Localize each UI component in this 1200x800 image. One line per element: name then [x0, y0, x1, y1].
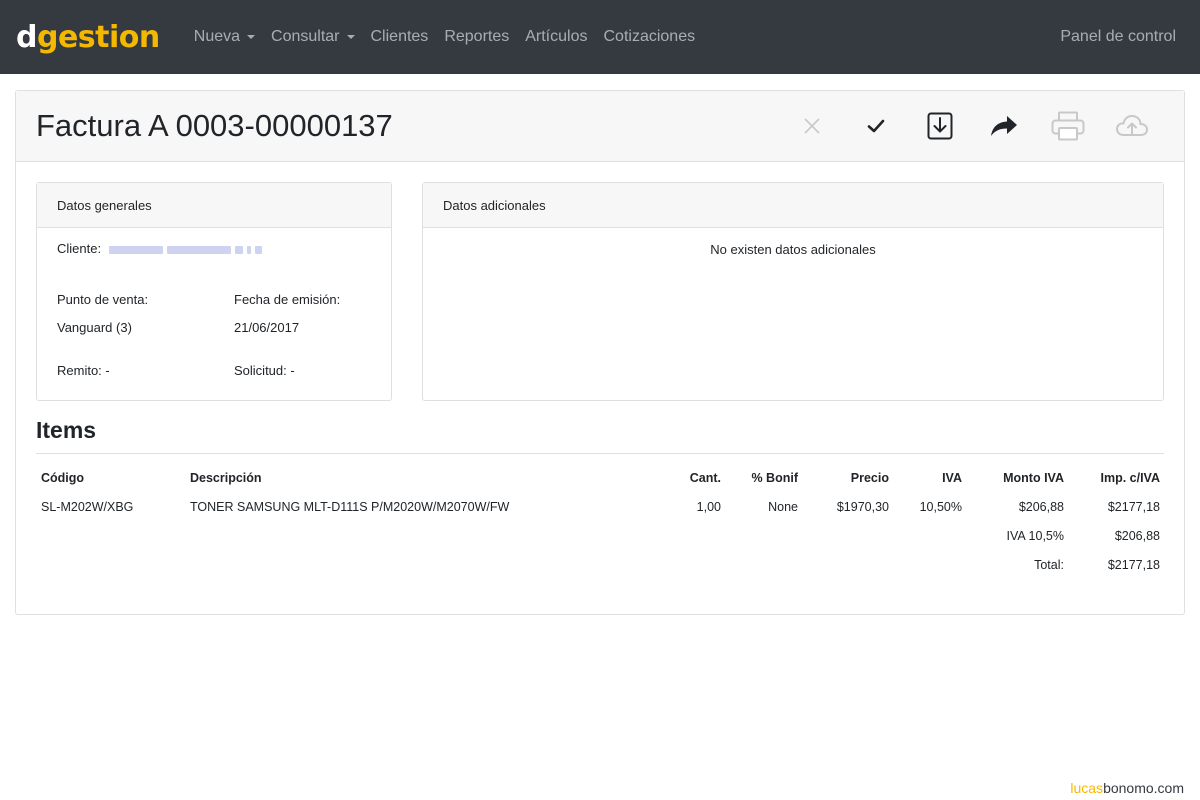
- nav-item-label: Nueva: [193, 28, 241, 45]
- iva-summary-value: $206,88: [1114, 529, 1160, 543]
- share-icon: [991, 116, 1017, 136]
- additional-data-panel: Datos adicionales No existen datos adici…: [422, 182, 1164, 401]
- col-header-iva: IVA: [942, 471, 962, 485]
- col-header-bonificacion: % Bonif: [751, 471, 798, 485]
- nav-item-consultar[interactable]: Consultar: [263, 28, 362, 46]
- chevron-down-icon: [346, 35, 355, 39]
- issue-date-label: Fecha de emisión:: [234, 292, 341, 307]
- nav-menu: Nueva Consultar Clientes Reportes Artícu…: [186, 28, 703, 46]
- brand-logo-part2: gestion: [36, 19, 160, 55]
- share-button[interactable]: [972, 114, 1036, 138]
- page-title: Factura A 0003-00000137: [36, 108, 393, 143]
- brand-logo[interactable]: d gestion: [16, 20, 160, 55]
- client-label: Cliente:: [57, 241, 102, 256]
- client-name-redacted: [108, 242, 266, 257]
- empty-message: No existen datos adicionales: [710, 242, 876, 257]
- remito-value: -: [105, 363, 110, 378]
- nav-item-clientes[interactable]: Clientes: [363, 28, 437, 46]
- solicitud-field: Solicitud: -: [234, 363, 295, 378]
- col-header-codigo: Código: [41, 471, 85, 485]
- client-field: Cliente:: [57, 241, 266, 257]
- download-button[interactable]: [908, 112, 972, 140]
- table-header-row: Código Descripción Cant. % Bonif Precio …: [36, 467, 1164, 496]
- nav-item-panel-de-control[interactable]: Panel de control: [1060, 28, 1184, 46]
- general-data-title: Datos generales: [37, 183, 391, 228]
- items-heading: Items: [36, 417, 97, 443]
- iva-summary-label: IVA 10,5%: [1006, 529, 1064, 543]
- watermark: lucasbonomo.com: [1070, 780, 1184, 796]
- cell-importe: $2177,18: [1107, 500, 1160, 514]
- cloud-upload-button[interactable]: [1100, 113, 1164, 139]
- col-header-importe: Imp. c/IVA: [1100, 471, 1160, 485]
- invoice-actions: [780, 111, 1164, 141]
- total-row: Total: $2177,18: [36, 554, 1164, 583]
- cell-cantidad: 1,00: [696, 500, 721, 514]
- cell-monto-iva: $206,88: [1018, 500, 1064, 514]
- total-value: $2177,18: [1107, 558, 1160, 572]
- point-of-sale-value: Vanguard (3): [57, 320, 132, 335]
- close-icon: [804, 118, 820, 134]
- nav-item-label: Consultar: [271, 28, 340, 45]
- close-button[interactable]: [780, 116, 844, 136]
- invoice-header: Factura A 0003-00000137: [16, 91, 1184, 162]
- nav-item-nueva[interactable]: Nueva: [186, 28, 263, 46]
- point-of-sale-label: Punto de venta:: [57, 292, 149, 307]
- check-icon: [867, 119, 885, 133]
- cloud-upload-icon: [1115, 114, 1149, 136]
- cell-descripcion: TONER SAMSUNG MLT-D111S P/M2020W/M2070W/…: [190, 500, 510, 514]
- watermark-part1: lucas: [1070, 780, 1104, 796]
- nav-item-articulos[interactable]: Artículos: [517, 28, 595, 46]
- nav-item-reportes[interactable]: Reportes: [436, 28, 517, 46]
- print-button[interactable]: [1036, 111, 1100, 141]
- total-label: Total:: [1034, 558, 1064, 572]
- nav-item-cotizaciones[interactable]: Cotizaciones: [595, 28, 703, 46]
- remito-label: Remito:: [57, 363, 102, 378]
- cell-bonificacion: None: [768, 500, 798, 514]
- issue-date-value: 21/06/2017: [234, 320, 300, 335]
- col-header-precio: Precio: [850, 471, 889, 485]
- items-table: Código Descripción Cant. % Bonif Precio …: [36, 467, 1164, 583]
- top-navbar: d gestion Nueva Consultar Clientes Report…: [0, 0, 1200, 74]
- solicitud-value: -: [290, 363, 295, 378]
- general-data-panel: Datos generales Cliente: Punto de venta:…: [36, 182, 392, 401]
- col-header-cantidad: Cant.: [689, 471, 721, 485]
- watermark-part2: bonomo.com: [1103, 780, 1184, 796]
- approve-button[interactable]: [844, 115, 908, 137]
- print-icon: [1051, 111, 1085, 141]
- col-header-monto-iva: Monto IVA: [1003, 471, 1064, 485]
- iva-summary-row: IVA 10,5% $206,88: [36, 525, 1164, 554]
- invoice-card: Factura A 0003-00000137 Datos generales …: [15, 90, 1185, 615]
- cell-iva: 10,50%: [919, 500, 962, 514]
- divider: [36, 453, 1164, 454]
- cell-precio: $1970,30: [836, 500, 889, 514]
- download-icon: [927, 112, 953, 140]
- chevron-down-icon: [247, 35, 256, 39]
- cell-codigo: SL-M202W/XBG: [41, 500, 134, 514]
- col-header-descripcion: Descripción: [190, 471, 262, 485]
- remito-field: Remito: -: [57, 363, 110, 378]
- solicitud-label: Solicitud:: [234, 363, 287, 378]
- table-row: SL-M202W/XBG TONER SAMSUNG MLT-D111S P/M…: [36, 496, 1164, 525]
- brand-logo-part1: d: [16, 19, 37, 55]
- additional-data-title: Datos adicionales: [423, 183, 1163, 228]
